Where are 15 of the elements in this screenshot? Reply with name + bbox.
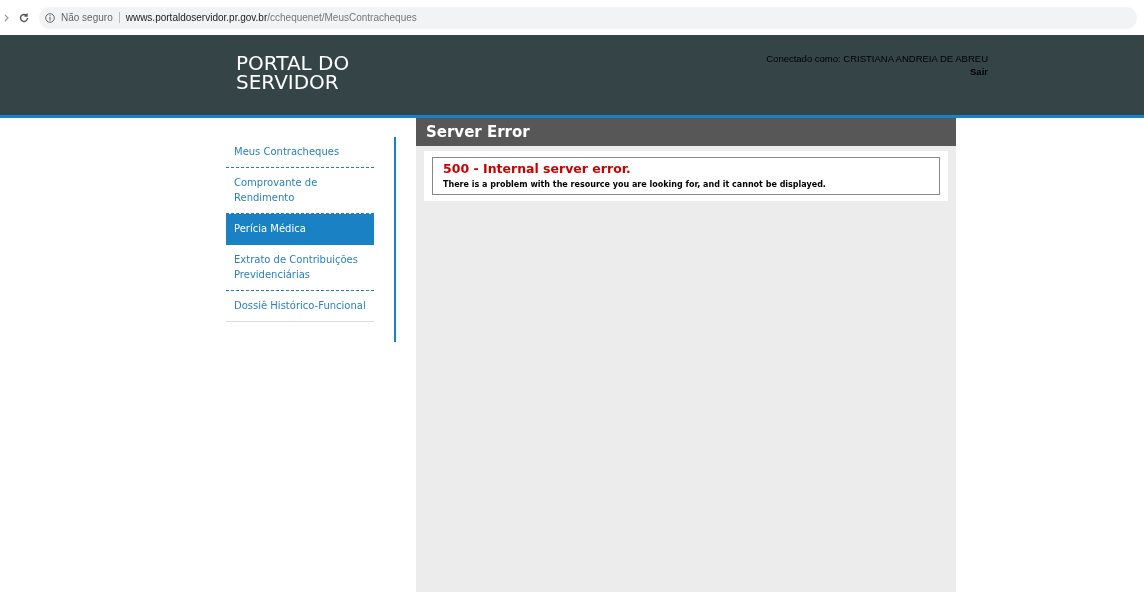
panel-title: Server Error	[416, 118, 956, 146]
forward-icon[interactable]	[4, 13, 9, 22]
sidebar-item[interactable]: Perícia Médica	[226, 214, 374, 245]
sidebar-item[interactable]: Meus Contracheques	[226, 137, 374, 168]
info-icon	[45, 12, 55, 23]
user-label: Conectado como: CRISTIANA ANDREIA DE ABREU	[766, 53, 988, 64]
error-message: There is a problem with the resource you are looking for, and it cannot be displayed.	[443, 180, 827, 189]
sidebar-item[interactable]: Dossiê Histórico-Funcional	[226, 291, 374, 322]
address-bar[interactable]: Não seguro wwws.portaldoservidor.pr.gov.br/cchequenet/MeusContracheques	[39, 6, 1137, 29]
portal-logo[interactable]: PORTAL DO SERVIDOR	[236, 54, 376, 92]
error-title: 500 - Internal server error.	[443, 161, 632, 176]
sidebar-item[interactable]: Extrato de Contribuições Previdenciárias	[226, 245, 374, 291]
reload-icon[interactable]	[19, 12, 29, 23]
url-text: wwws.portaldoservidor.pr.gov.br/cchequenet/MeusContracheques	[125, 12, 417, 23]
security-label: Não seguro	[61, 12, 120, 23]
